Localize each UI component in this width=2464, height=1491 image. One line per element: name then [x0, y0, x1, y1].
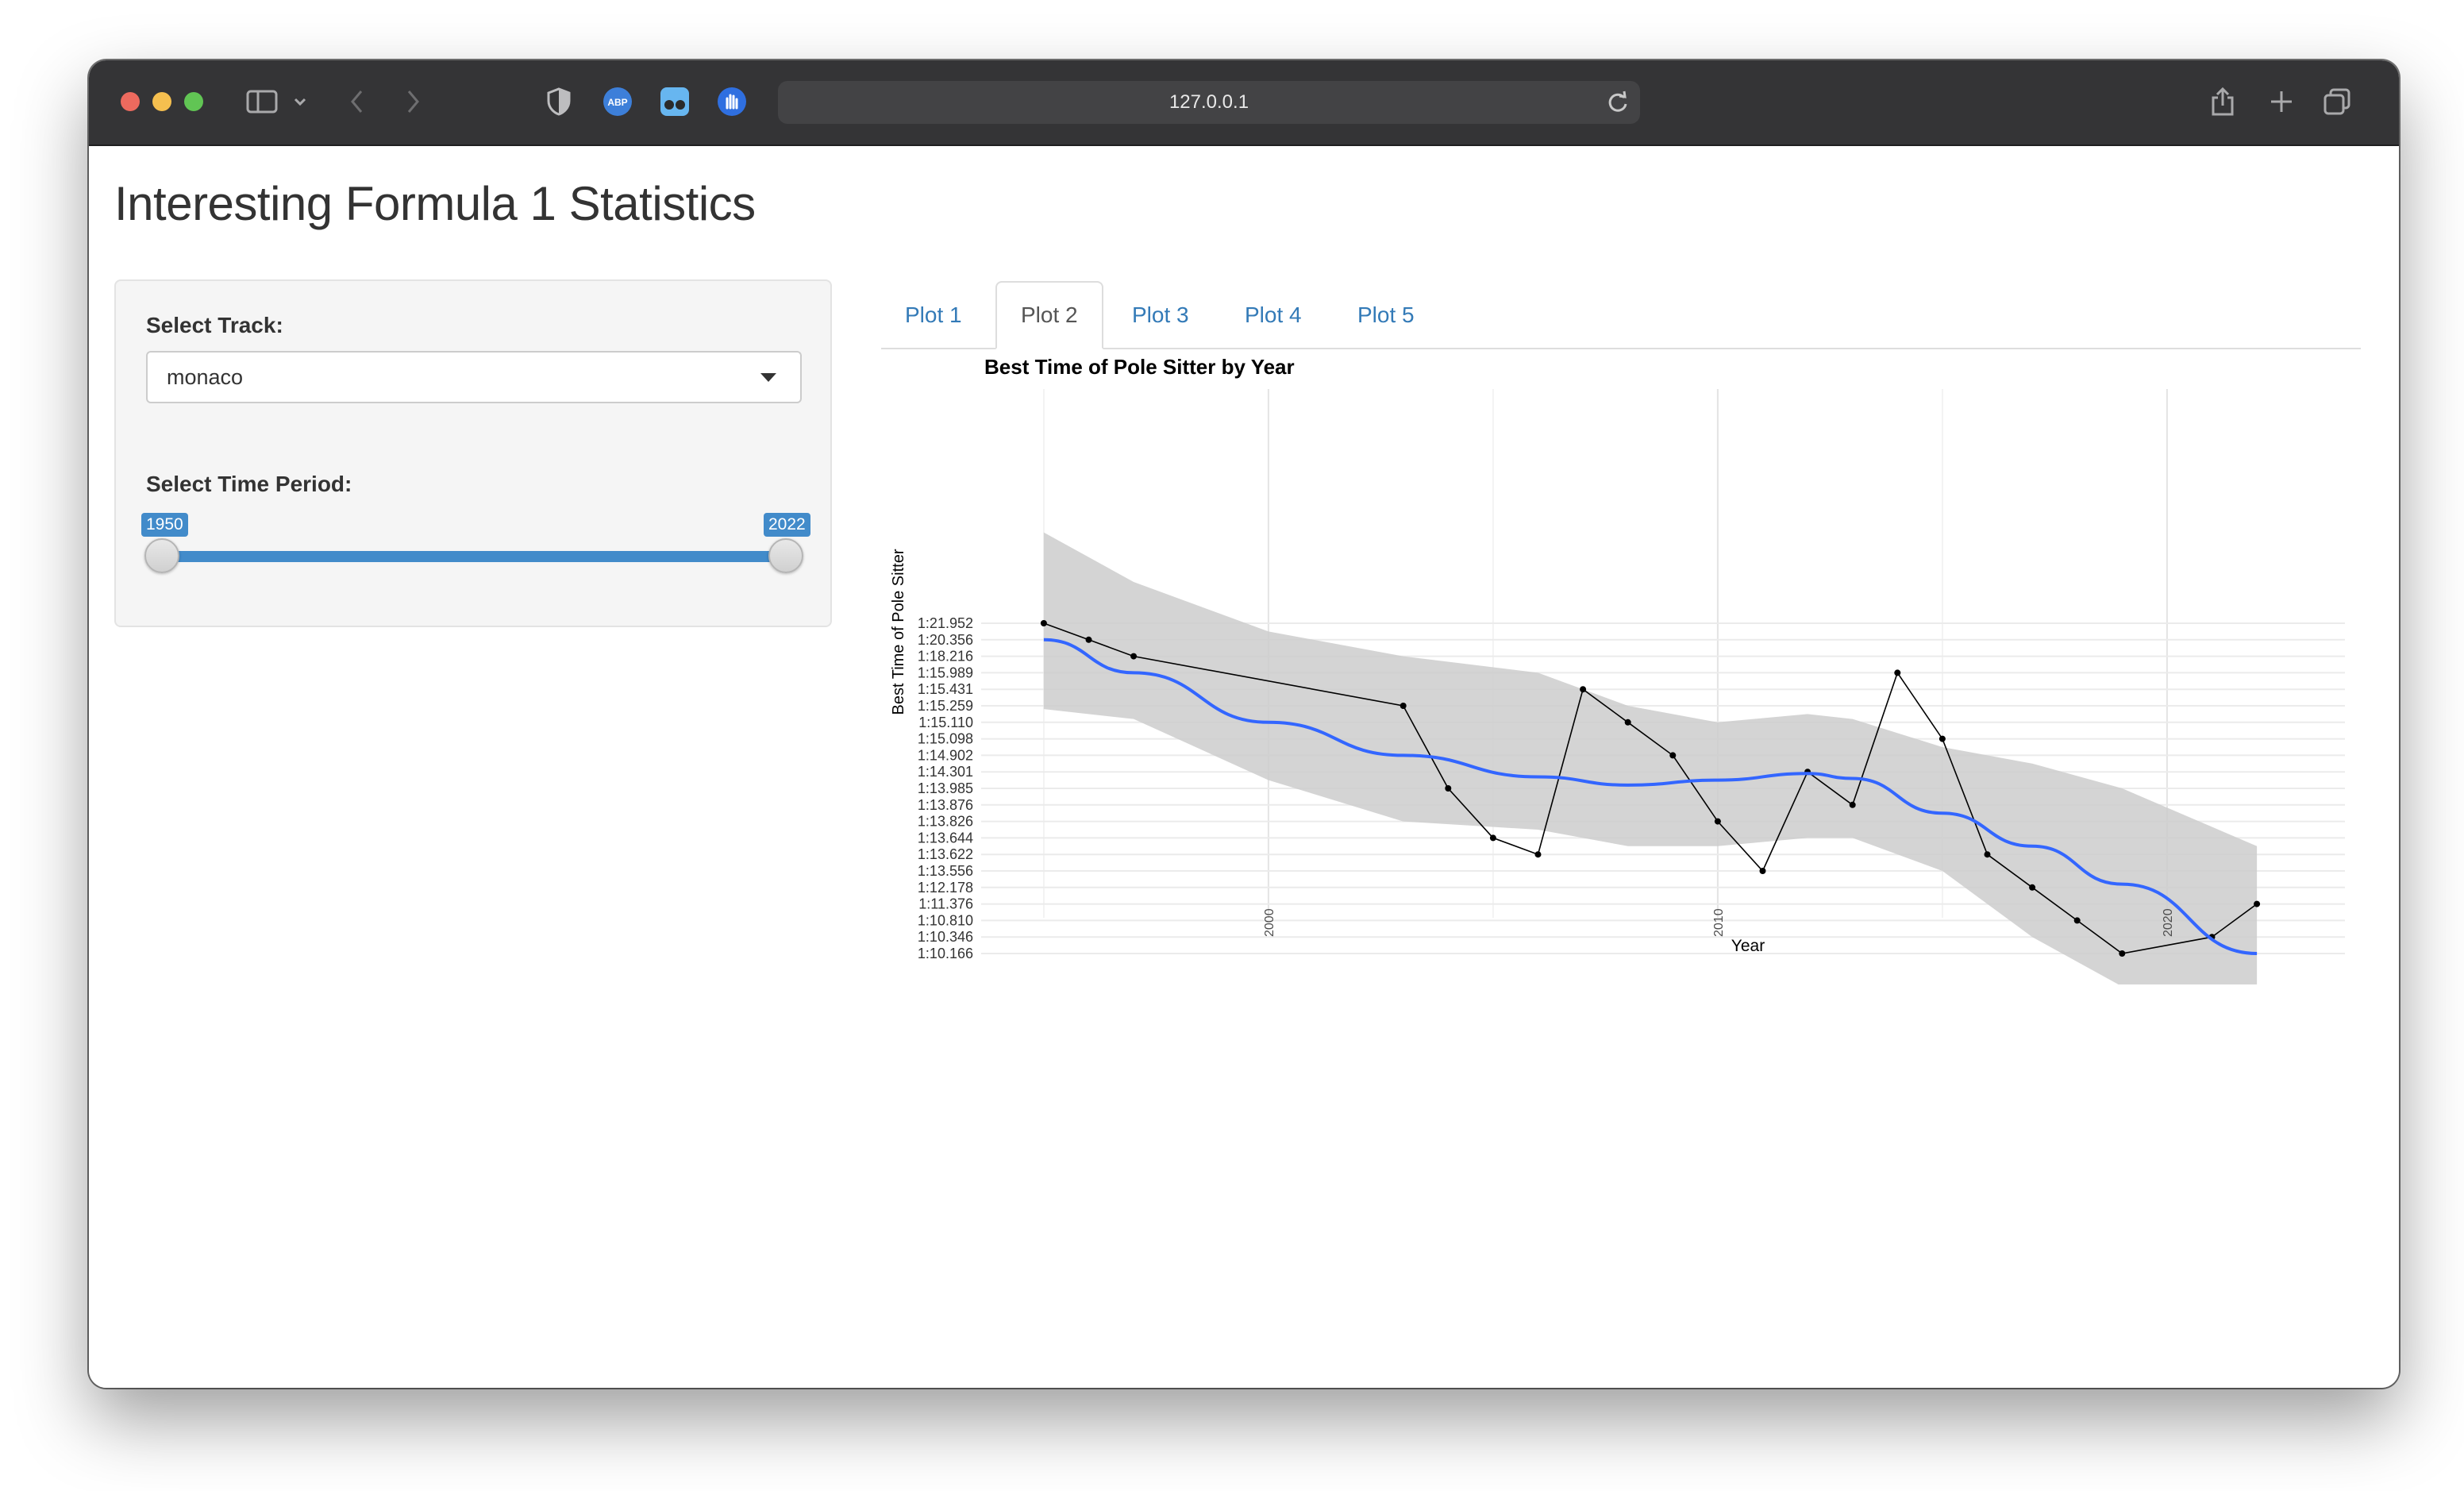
time-period-slider-track[interactable]: [162, 551, 786, 562]
y-tick-label: 1:13.876: [918, 797, 973, 813]
data-point: [2073, 917, 2081, 924]
plot-tabs: Plot 1 Plot 2 Plot 3 Plot 4 Plot 5: [881, 281, 2361, 349]
y-tick-label: 1:15.110: [918, 715, 973, 730]
data-point: [1984, 851, 1991, 858]
y-axis-label: Best Time of Pole Sitter: [890, 549, 907, 715]
caret-down-icon: [760, 373, 776, 382]
browser-window: ABP 127.0.0.1 Interesting Formula 1 Stat…: [89, 60, 2399, 1388]
x-tick-label: 2020: [2162, 908, 2175, 937]
y-tick-label: 1:13.985: [918, 780, 973, 796]
data-point: [2029, 884, 2036, 891]
share-icon[interactable]: [2207, 81, 2239, 122]
slider-max-handle[interactable]: [768, 538, 803, 573]
confidence-band-area: [1043, 532, 2258, 1061]
data-point: [1624, 719, 1631, 726]
y-tick-label: 1:21.952: [918, 615, 973, 631]
slider-selected-range: [162, 551, 786, 562]
y-tick-label: 1:15.431: [918, 681, 973, 697]
y-tick-label: 1:15.098: [918, 731, 973, 747]
tab-plot-3[interactable]: Plot 3: [1108, 281, 1213, 348]
close-window-button[interactable]: [121, 92, 140, 111]
slider-max-label: 2022: [764, 513, 810, 537]
svg-text:ABP: ABP: [607, 97, 627, 108]
track-select[interactable]: monaco: [146, 351, 802, 403]
ghostery-extension-icon[interactable]: [657, 81, 692, 122]
new-tab-plus-icon[interactable]: [2266, 81, 2297, 122]
tab-plot-5[interactable]: Plot 5: [1334, 281, 1438, 348]
url-text: 127.0.0.1: [1168, 91, 1249, 113]
sidebar-panel: Select Track: monaco Select Time Period:…: [114, 279, 832, 627]
sidebar-toggle-icon[interactable]: [244, 81, 279, 122]
y-tick-label: 1:10.346: [918, 929, 973, 945]
slider-min-handle[interactable]: [144, 538, 179, 573]
chevron-down-icon[interactable]: [291, 81, 310, 122]
y-tick-label: 1:10.166: [918, 946, 973, 961]
tab-plot-4[interactable]: Plot 4: [1221, 281, 1326, 348]
x-axis-label: Year: [1731, 937, 1765, 955]
page-title: Interesting Formula 1 Statistics: [114, 177, 756, 230]
minimize-window-button[interactable]: [152, 92, 171, 111]
y-tick-label: 1:13.826: [918, 814, 973, 830]
data-point: [1445, 785, 1452, 792]
y-tick-label: 1:15.259: [918, 698, 973, 714]
data-point: [1669, 752, 1677, 759]
data-point: [1399, 703, 1407, 709]
adblock-extension-icon[interactable]: ABP: [600, 81, 635, 122]
address-bar[interactable]: 127.0.0.1: [778, 81, 1640, 124]
y-tick-label: 1:18.216: [918, 649, 973, 665]
data-point: [1489, 834, 1496, 842]
tab-plot-1[interactable]: Plot 1: [881, 281, 986, 348]
confidence-band: [1043, 532, 2258, 1061]
data-point: [1130, 653, 1138, 660]
y-axis-ticks: 1:21.9521:20.3561:18.2161:15.9891:15.431…: [918, 615, 973, 961]
data-point: [1580, 686, 1587, 693]
data-point: [2254, 900, 2261, 907]
pole-time-chart: Best Time of Pole Sitter by Year 1:21.95…: [890, 355, 2345, 1061]
zoom-window-button[interactable]: [184, 92, 203, 111]
chart-title: Best Time of Pole Sitter by Year: [984, 355, 1295, 379]
slider-min-label: 1950: [141, 513, 188, 537]
page-content: Interesting Formula 1 Statistics Select …: [89, 146, 2399, 1388]
y-tick-label: 1:14.902: [918, 747, 973, 763]
back-arrow-icon[interactable]: [343, 81, 372, 122]
tab-overview-icon[interactable]: [2321, 81, 2353, 122]
data-point: [1894, 669, 1901, 676]
data-point: [1849, 801, 1856, 808]
track-label: Select Track:: [146, 313, 283, 337]
forward-arrow-icon[interactable]: [398, 81, 427, 122]
plot-panel: Best Time of Pole Sitter by Year 1:21.95…: [881, 349, 2361, 1061]
x-tick-label: 2010: [1712, 908, 1726, 937]
hand-extension-icon[interactable]: [714, 81, 749, 122]
browser-toolbar: ABP 127.0.0.1: [89, 60, 2399, 146]
data-point: [1714, 818, 1721, 825]
y-tick-label: 1:13.556: [918, 863, 973, 879]
reload-icon[interactable]: [1607, 91, 1629, 120]
data-point: [1759, 868, 1766, 874]
y-tick-label: 1:11.376: [918, 896, 973, 912]
data-point: [1040, 620, 1047, 626]
y-tick-label: 1:20.356: [918, 632, 973, 648]
period-label: Select Time Period:: [146, 472, 352, 496]
y-tick-label: 1:12.178: [918, 880, 973, 896]
y-tick-label: 1:14.301: [918, 764, 973, 780]
data-point: [2119, 950, 2126, 957]
tab-plot-2[interactable]: Plot 2: [995, 281, 1103, 349]
track-select-value: monaco: [167, 365, 244, 389]
x-tick-label: 2000: [1263, 908, 1276, 937]
privacy-shield-icon[interactable]: [543, 81, 575, 122]
data-point: [1085, 636, 1092, 643]
data-point: [1534, 851, 1542, 858]
y-tick-label: 1:15.989: [918, 665, 973, 680]
data-point: [1938, 735, 1946, 742]
y-tick-label: 1:13.622: [918, 846, 973, 862]
y-tick-label: 1:13.644: [918, 830, 973, 846]
y-tick-label: 1:10.810: [918, 912, 973, 928]
